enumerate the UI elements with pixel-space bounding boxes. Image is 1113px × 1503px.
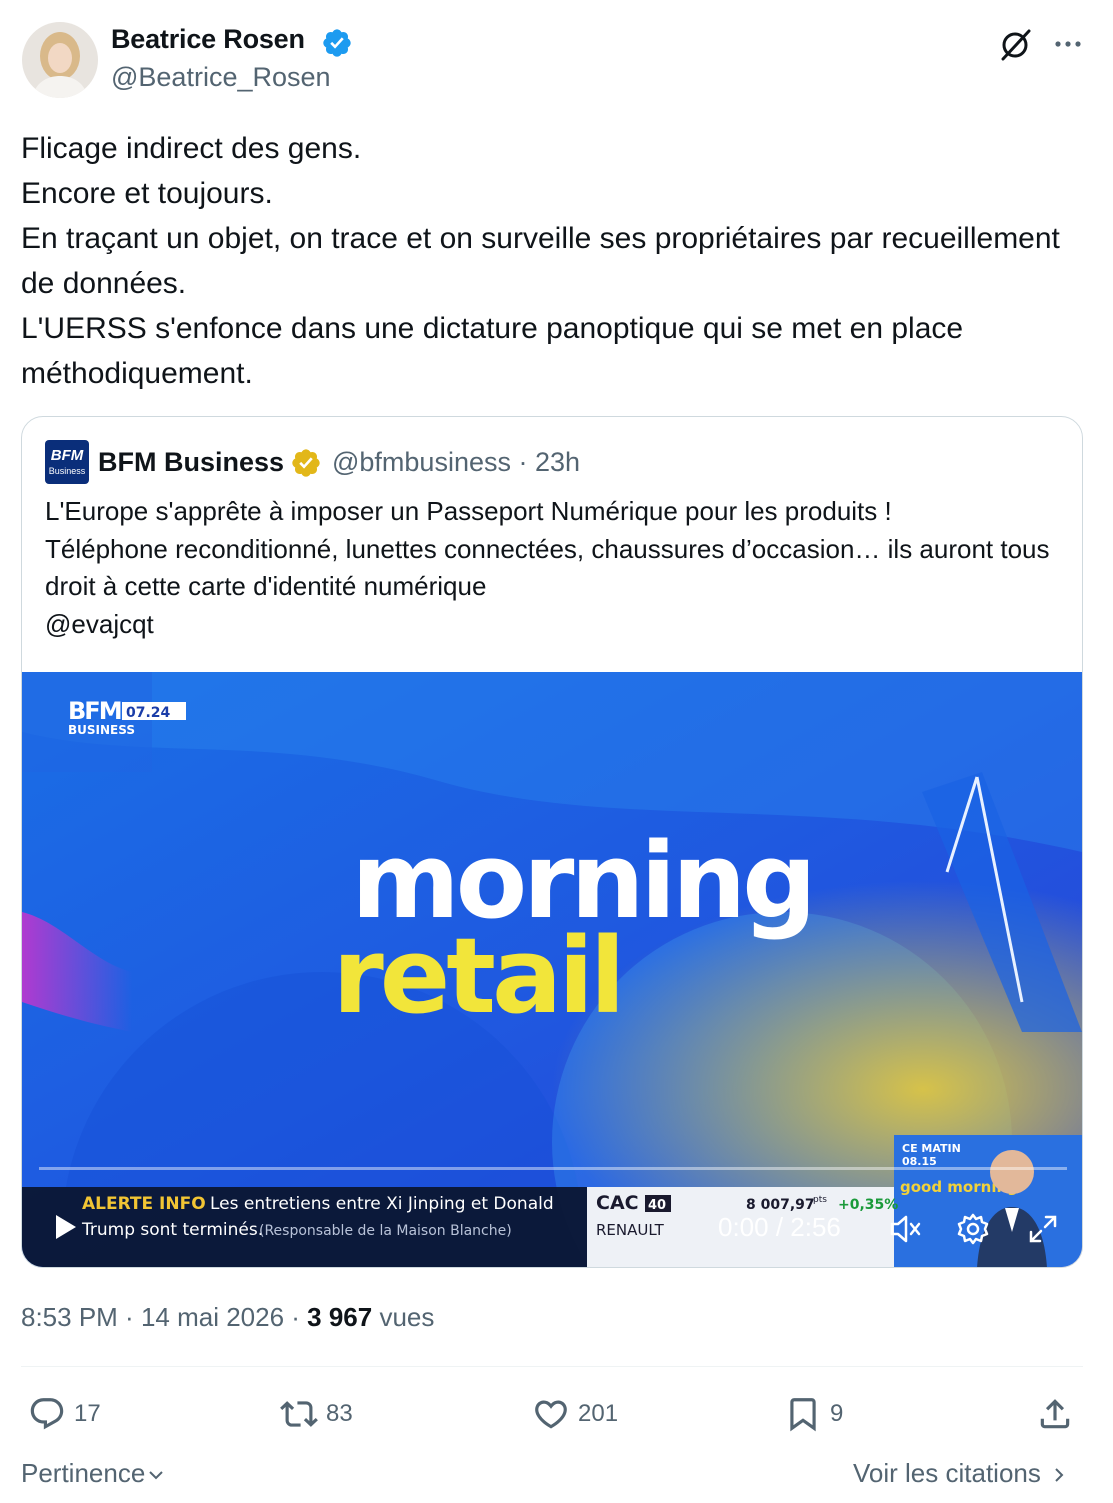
video-player[interactable]: morning retail BFM BUSINESS 07.24 CE MAT… (22, 672, 1082, 1267)
ticker-source: (Responsable de la Maison Blanche) (259, 1223, 512, 1239)
bookmark-button[interactable]: 9 (784, 1392, 843, 1436)
quote-author-name[interactable]: BFM Business (98, 447, 284, 478)
market-unit: pts (813, 1195, 827, 1205)
view-quotes-label: Voir les citations (853, 1458, 1041, 1488)
timestamp-time[interactable]: 8:53 PM (21, 1302, 118, 1332)
ticker-line1: Les entretiens entre Xi Jinping et Donal… (210, 1194, 554, 1214)
video-progress-track[interactable] (39, 1167, 1067, 1170)
views-label: vues (379, 1302, 435, 1332)
video-time: 0:00 / 2:56 (718, 1212, 841, 1242)
share-button[interactable] (1036, 1392, 1074, 1436)
share-icon (1040, 1399, 1070, 1429)
author-handle[interactable]: @Beatrice_Rosen (111, 62, 331, 93)
reply-icon (30, 1398, 64, 1430)
quoted-tweet-card[interactable]: BFM Business BFM Business @bfmbusiness ·… (21, 416, 1083, 1268)
market-stock: RENAULT (596, 1221, 665, 1239)
settings-gear-icon[interactable] (956, 1212, 990, 1246)
author-avatar[interactable] (22, 22, 98, 98)
repost-button[interactable]: 83 (280, 1392, 353, 1436)
quote-text: L'Europe s'apprête à imposer un Passepor… (45, 496, 1050, 639)
bfm-logo: BFM Business (45, 440, 89, 484)
video-frame: morning retail BFM BUSINESS 07.24 CE MAT… (22, 672, 1082, 1267)
reply-count: 17 (74, 1400, 101, 1427)
bookmark-count: 9 (830, 1400, 844, 1427)
timestamp-date[interactable]: 14 mai 2026 (141, 1302, 284, 1332)
bookmark-icon (790, 1398, 816, 1432)
repost-count: 83 (326, 1400, 353, 1427)
promo-line1: CE MATIN (902, 1142, 961, 1155)
chevron-right-icon (1055, 1468, 1064, 1482)
promo-time: 08.15 (902, 1155, 937, 1168)
heart-icon (535, 1400, 567, 1429)
video-clock: 07.24 (126, 705, 171, 721)
reply-button[interactable]: 17 (28, 1392, 101, 1436)
verified-badge-icon (323, 29, 351, 57)
like-button[interactable]: 201 (532, 1392, 618, 1436)
quote-handle-and-age[interactable]: @bfmbusiness · 23h (332, 447, 580, 478)
fullscreen-icon[interactable] (1026, 1212, 1060, 1246)
gold-verified-badge-icon (292, 449, 320, 477)
tweet-timestamp[interactable]: 8:53 PM · 14 mai 2026 · 3 967 vues (21, 1302, 434, 1333)
ticker-label: ALERTE INFO (82, 1194, 206, 1214)
author-name[interactable]: Beatrice Rosen (111, 24, 305, 55)
video-channel-sub: BUSINESS (68, 723, 135, 737)
market-change: +0,35% (838, 1197, 898, 1213)
video-title-line2: retail (332, 915, 621, 1037)
play-icon[interactable] (50, 1212, 80, 1242)
market-index: CAC (596, 1192, 639, 1214)
market-value: 8 007,97 (746, 1197, 815, 1213)
repost-icon (280, 1401, 318, 1427)
video-channel-logo: BFM (68, 697, 121, 725)
chevron-down-icon (149, 1471, 164, 1480)
view-quotes-link[interactable]: Voir les citations (853, 1458, 1070, 1489)
view-count: 3 967 (307, 1302, 373, 1332)
sort-label: Pertinence (21, 1458, 146, 1488)
divider (21, 1366, 1083, 1367)
market-index-num: 40 (648, 1198, 666, 1213)
volume-muted-icon[interactable] (888, 1212, 922, 1246)
like-count: 201 (578, 1400, 619, 1427)
ticker-line2: Trump sont terminés. (81, 1220, 263, 1240)
grok-icon[interactable] (998, 26, 1034, 62)
more-options-icon[interactable] (1050, 26, 1086, 62)
tweet-text: Flicage indirect des gens. Encore et tou… (21, 132, 1060, 390)
sort-dropdown[interactable]: Pertinence (21, 1458, 167, 1489)
